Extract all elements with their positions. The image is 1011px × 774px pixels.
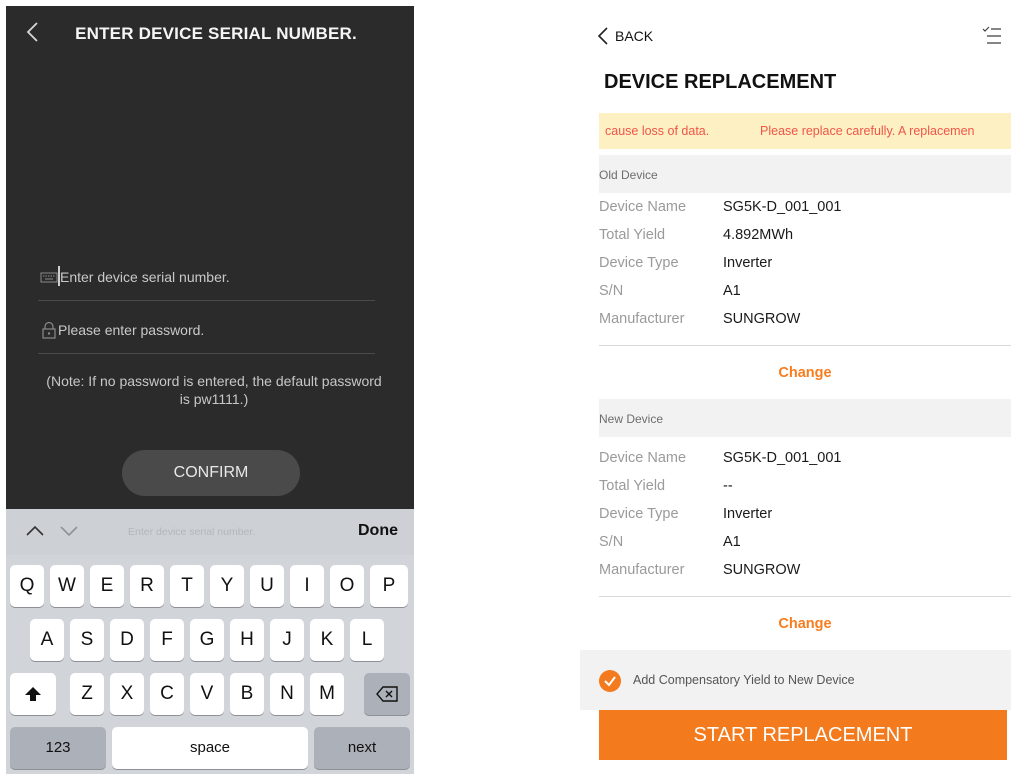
lock-icon <box>42 321 56 339</box>
key-t[interactable]: T <box>170 565 204 607</box>
row-key: Device Name <box>599 450 687 466</box>
shift-key[interactable] <box>10 673 56 715</box>
key-r[interactable]: R <box>130 565 164 607</box>
compensatory-yield-checkbox[interactable] <box>599 670 621 692</box>
row-value: A1 <box>723 283 741 299</box>
change-new-device-button[interactable]: Change <box>599 616 1011 632</box>
key-s[interactable]: S <box>70 619 104 661</box>
device-replacement-screen: BACK DEVICE REPLACEMENT cause loss of da… <box>580 0 1011 774</box>
warning-banner: cause loss of data. Please replace caref… <box>599 113 1011 149</box>
password-placeholder: Please enter password. <box>58 322 205 338</box>
start-replacement-button[interactable]: START REPLACEMENT <box>599 710 1007 760</box>
change-old-device-button[interactable]: Change <box>599 365 1011 381</box>
key-e[interactable]: E <box>90 565 124 607</box>
key-j[interactable]: J <box>270 619 304 661</box>
shift-icon <box>25 687 41 701</box>
page-title: DEVICE REPLACEMENT <box>604 71 837 93</box>
password-input[interactable]: Please enter password. <box>38 304 375 354</box>
row-value: 4.892MWh <box>723 227 794 243</box>
key-b[interactable]: B <box>230 673 264 715</box>
key-w[interactable]: W <box>50 565 84 607</box>
divider <box>599 345 1011 346</box>
key-y[interactable]: Y <box>210 565 244 607</box>
row-value: SUNGROW <box>723 311 801 327</box>
checkmark-icon <box>604 676 616 687</box>
row-value: SG5K-D_001_001 <box>723 199 842 215</box>
key-c[interactable]: C <box>150 673 184 715</box>
row-key: Total Yield <box>599 478 666 494</box>
key-g[interactable]: G <box>190 619 224 661</box>
serial-number-placeholder: Enter device serial number. <box>60 269 230 285</box>
warning-text-2: Please replace carefully. A replacemen <box>760 124 975 138</box>
numbers-key[interactable]: 123 <box>10 727 106 769</box>
row-key: Device Type <box>599 506 679 522</box>
new-device-header: New Device <box>599 399 1011 437</box>
row-value: SUNGROW <box>723 562 801 578</box>
key-z[interactable]: Z <box>70 673 104 715</box>
row-value: A1 <box>723 534 741 550</box>
backspace-key[interactable] <box>364 673 410 715</box>
serial-entry-screen: ENTER DEVICE SERIAL NUMBER. Enter device… <box>6 6 414 774</box>
row-key: Manufacturer <box>599 311 685 327</box>
row-key: Device Type <box>599 255 679 271</box>
keyboard: Q W E R T Y U I O P A S D F G H J K L Z … <box>6 555 414 774</box>
confirm-button[interactable]: CONFIRM <box>122 450 300 496</box>
row-key: S/N <box>599 283 624 299</box>
chevron-down-icon[interactable] <box>58 523 80 539</box>
key-q[interactable]: Q <box>10 565 44 607</box>
key-f[interactable]: F <box>150 619 184 661</box>
next-key[interactable]: next <box>314 727 410 769</box>
password-note: (Note: If no password is entered, the de… <box>46 373 382 407</box>
key-x[interactable]: X <box>110 673 144 715</box>
key-l[interactable]: L <box>350 619 384 661</box>
page-title: ENTER DEVICE SERIAL NUMBER. <box>75 24 357 43</box>
row-key: Device Name <box>599 199 687 215</box>
row-key: Manufacturer <box>599 562 685 578</box>
key-p[interactable]: P <box>370 565 408 607</box>
row-value: Inverter <box>723 506 773 522</box>
row-value: Inverter <box>723 255 773 271</box>
keyboard-icon <box>40 272 58 283</box>
key-n[interactable]: N <box>270 673 304 715</box>
key-v[interactable]: V <box>190 673 224 715</box>
key-u[interactable]: U <box>250 565 284 607</box>
backspace-icon <box>376 686 398 702</box>
chevron-left-icon <box>597 27 608 45</box>
row-value: SG5K-D_001_001 <box>723 450 842 466</box>
key-k[interactable]: K <box>310 619 344 661</box>
new-device-header-label: New Device <box>599 412 664 426</box>
old-device-header-label: Old Device <box>599 168 658 182</box>
space-key[interactable]: space <box>112 727 308 769</box>
toolbar-hint: Enter device serial number. <box>128 526 256 538</box>
keyboard-toolbar: Enter device serial number. Done <box>6 509 414 555</box>
back-label: BACK <box>615 28 654 44</box>
compensatory-yield-label: Add Compensatory Yield to New Device <box>633 673 855 687</box>
list-menu-icon[interactable] <box>980 26 1002 46</box>
row-key: S/N <box>599 534 624 550</box>
chevron-up-icon[interactable] <box>24 523 46 539</box>
old-device-header: Old Device <box>599 155 1011 193</box>
done-button[interactable]: Done <box>358 522 398 540</box>
divider <box>599 596 1011 597</box>
key-i[interactable]: I <box>290 565 324 607</box>
row-key: Total Yield <box>599 227 666 243</box>
warning-text-1: cause loss of data. <box>605 124 710 138</box>
serial-number-input[interactable]: Enter device serial number. <box>38 251 375 301</box>
row-value: -- <box>723 478 733 494</box>
key-a[interactable]: A <box>30 619 64 661</box>
key-m[interactable]: M <box>310 673 344 715</box>
key-o[interactable]: O <box>330 565 364 607</box>
key-h[interactable]: H <box>230 619 264 661</box>
key-d[interactable]: D <box>110 619 144 661</box>
